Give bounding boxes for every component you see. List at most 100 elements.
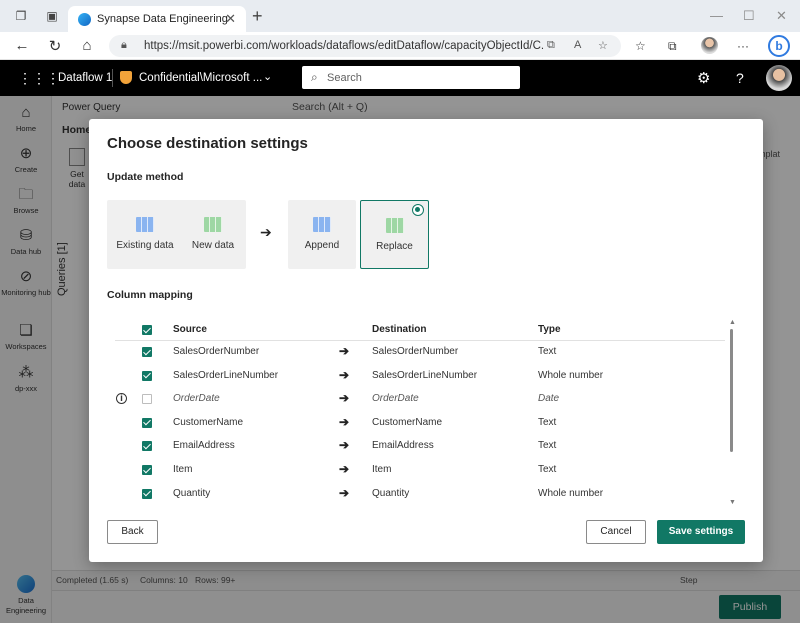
close-window-icon[interactable]: ✕ <box>776 8 787 24</box>
new-tab-icon[interactable]: + <box>252 6 263 27</box>
update-method-heading: Update method <box>107 171 184 183</box>
column-checkbox[interactable] <box>142 370 152 381</box>
help-icon[interactable]: ? <box>736 70 744 86</box>
source-column: OrderDate <box>173 393 220 405</box>
sensitivity-shield-icon <box>120 71 132 84</box>
arrow-right-icon: ➔ <box>260 224 272 240</box>
source-column: EmailAddress <box>173 440 235 452</box>
back-button[interactable]: Back <box>107 520 158 544</box>
dialog-title: Choose destination settings <box>107 135 308 152</box>
column-type: Whole number <box>538 487 604 499</box>
scroll-up-icon[interactable]: ▲ <box>729 319 736 326</box>
destination-column: SalesOrderLineNumber <box>372 369 478 381</box>
close-tab-icon[interactable]: ✕ <box>225 11 236 27</box>
select-all-checkbox[interactable] <box>142 325 152 335</box>
url-field[interactable]: 🔒︎ https://msit.powerbi.com/workloads/da… <box>109 35 621 57</box>
column-checkbox[interactable] <box>142 488 152 499</box>
column-type: Text <box>538 464 557 475</box>
favorite-add-icon[interactable]: ☆ <box>598 39 608 52</box>
maximize-icon[interactable]: ☐ <box>743 8 755 24</box>
replace-option[interactable]: Replace <box>360 200 429 269</box>
table-row: i OrderDate ➔ OrderDate Date <box>89 389 729 413</box>
column-type: Text <box>538 440 557 452</box>
item-name[interactable]: Dataflow 1 <box>58 72 112 84</box>
table-row: EmailAddress ➔ EmailAddress Text <box>89 436 729 460</box>
existing-data-option: Existing data <box>115 200 175 251</box>
synapse-favicon-icon <box>78 13 91 26</box>
back-icon[interactable]: ← <box>13 37 31 54</box>
source-column: SalesOrderLineNumber <box>173 369 279 381</box>
column-checkbox[interactable] <box>142 417 152 428</box>
tab-actions-icon[interactable]: ▣ <box>45 9 59 23</box>
column-checkbox[interactable] <box>142 441 152 452</box>
column-mapping-heading: Column mapping <box>107 289 193 301</box>
lock-icon: 🔒︎ <box>121 39 127 51</box>
settings-gear-icon[interactable]: ⚙ <box>697 69 710 87</box>
source-column: Item <box>173 464 193 475</box>
selected-radio-icon <box>412 204 424 216</box>
collections-icon[interactable]: ⧉ <box>668 39 677 54</box>
column-type: Text <box>538 346 557 357</box>
arrow-right-icon: ➔ <box>339 414 350 429</box>
column-checkbox[interactable] <box>142 465 152 475</box>
minimize-icon[interactable]: — <box>710 8 723 23</box>
destination-column: SalesOrderNumber <box>372 346 459 357</box>
destination-column: EmailAddress <box>372 440 434 452</box>
app-bar: ⋮⋮⋮ Dataflow 1 Confidential\Microsoft ..… <box>0 60 800 96</box>
cancel-button[interactable]: Cancel <box>586 520 646 544</box>
column-checkbox[interactable] <box>142 347 152 357</box>
source-column: Quantity <box>173 487 211 499</box>
header-destination: Destination <box>372 324 427 335</box>
workspaces-icon[interactable]: ❐ <box>14 9 28 23</box>
column-type: Date <box>538 393 560 405</box>
bing-chat-icon[interactable]: b <box>768 35 790 57</box>
append-label: Append <box>304 240 340 251</box>
table-row: SalesOrderNumber ➔ SalesOrderNumber Text <box>89 342 729 366</box>
destination-column: CustomerName <box>372 416 443 428</box>
source-column: CustomerName <box>173 416 244 428</box>
replace-table-icon <box>385 218 404 233</box>
existing-table-icon <box>136 217 154 232</box>
more-icon[interactable]: ··· <box>737 39 749 53</box>
destination-column: Item <box>372 464 392 475</box>
arrow-right-icon: ➔ <box>339 485 350 500</box>
arrow-right-icon: ➔ <box>339 367 350 382</box>
new-table-icon <box>204 217 222 232</box>
table-row: SalesOrderLineNumber ➔ SalesOrderLineNumbe… <box>89 366 729 390</box>
browser-tab[interactable]: Synapse Data Engineering ✕ <box>68 6 246 32</box>
info-icon[interactable]: i <box>116 393 127 405</box>
replace-label: Replace <box>376 241 413 252</box>
sensitivity-label[interactable]: Confidential\Microsoft ... <box>139 72 262 84</box>
header-source: Source <box>173 324 207 335</box>
header-type: Type <box>538 324 561 335</box>
mapping-scrollbar[interactable]: ▲ ▼ <box>729 319 736 509</box>
favorites-icon[interactable]: ☆ <box>635 39 646 53</box>
url-text: https://msit.powerbi.com/workloads/dataf… <box>144 40 544 52</box>
new-data-option: New data <box>183 200 243 251</box>
address-bar-row: ← ↻ ⌂ 🔒︎ https://msit.powerbi.com/worklo… <box>0 32 800 60</box>
mapping-header: Source Destination Type <box>115 321 725 341</box>
append-option[interactable]: Append <box>288 200 356 269</box>
save-settings-button[interactable]: Save settings <box>657 520 745 544</box>
scroll-thumb[interactable] <box>730 329 733 452</box>
account-avatar[interactable] <box>766 65 792 91</box>
chevron-down-icon[interactable]: ⌄ <box>263 70 272 83</box>
home-icon[interactable]: ⌂ <box>78 37 96 54</box>
table-row: Item ➔ Item Text <box>89 460 729 484</box>
refresh-icon[interactable]: ↻ <box>46 37 64 55</box>
browser-tab-bar: ❐ ▣ Synapse Data Engineering ✕ + — ☐ ✕ <box>0 0 800 32</box>
append-table-icon <box>313 217 331 232</box>
app-available-icon[interactable]: ⧉ <box>547 39 555 52</box>
tab-title: Synapse Data Engineering <box>97 13 228 25</box>
read-aloud-icon[interactable]: A <box>574 39 581 51</box>
column-checkbox[interactable] <box>142 394 152 405</box>
browser-profile-avatar[interactable] <box>701 37 718 54</box>
app-launcher-icon[interactable]: ⋮⋮⋮ <box>18 70 60 87</box>
arrow-right-icon: ➔ <box>339 344 350 358</box>
arrow-right-icon: ➔ <box>339 438 350 453</box>
search-input[interactable]: ⌕ Search <box>302 66 520 89</box>
divider <box>112 69 113 87</box>
scroll-down-icon[interactable]: ▼ <box>729 499 736 506</box>
table-row: CustomerName ➔ CustomerName Text <box>89 413 729 437</box>
new-data-label: New data <box>191 240 235 251</box>
